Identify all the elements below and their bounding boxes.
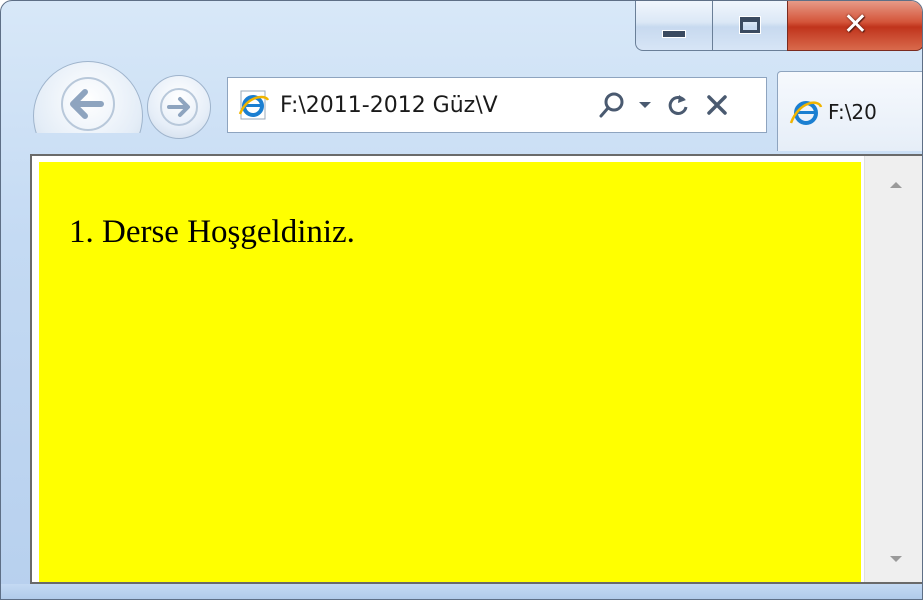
scroll-down-button[interactable] bbox=[865, 544, 922, 574]
chevron-up-icon bbox=[890, 182, 902, 188]
window-bottom-border bbox=[1, 584, 922, 599]
address-text[interactable]: F:\2011-2012 Güz\V bbox=[280, 93, 580, 118]
forward-button[interactable] bbox=[147, 75, 211, 139]
page-content: 1. Derse Hoşgeldiniz. bbox=[39, 162, 861, 582]
address-bar[interactable]: F:\2011-2012 Güz\V bbox=[227, 77, 767, 133]
chevron-down-icon[interactable] bbox=[632, 85, 658, 125]
internet-explorer-icon bbox=[234, 85, 274, 125]
refresh-icon[interactable] bbox=[658, 85, 698, 125]
page-text: 1. Derse Hoşgeldiniz. bbox=[69, 214, 355, 250]
back-arrow-icon bbox=[41, 71, 135, 137]
chevron-down-icon bbox=[890, 556, 902, 562]
minimize-icon bbox=[662, 29, 686, 38]
scroll-up-button[interactable] bbox=[865, 170, 922, 200]
vertical-scrollbar[interactable] bbox=[864, 156, 922, 582]
browser-tab[interactable]: F:\20 bbox=[777, 71, 922, 151]
internet-explorer-icon bbox=[788, 94, 824, 130]
close-icon: ✕ bbox=[842, 6, 869, 42]
content-frame: 1. Derse Hoşgeldiniz. bbox=[30, 154, 922, 584]
window-caption-buttons: ✕ bbox=[635, 1, 922, 59]
maximize-icon bbox=[739, 15, 761, 34]
minimize-button[interactable] bbox=[635, 1, 713, 51]
browser-window: ✕ F:\2011-2012 Güz\V F:\20 1. Derse Hoşg… bbox=[0, 0, 923, 600]
forward-arrow-icon bbox=[160, 88, 198, 126]
close-window-button[interactable]: ✕ bbox=[787, 1, 922, 51]
close-icon[interactable] bbox=[698, 85, 736, 125]
search-icon[interactable] bbox=[592, 85, 632, 125]
maximize-button[interactable] bbox=[712, 1, 788, 51]
tab-label: F:\20 bbox=[828, 99, 877, 124]
